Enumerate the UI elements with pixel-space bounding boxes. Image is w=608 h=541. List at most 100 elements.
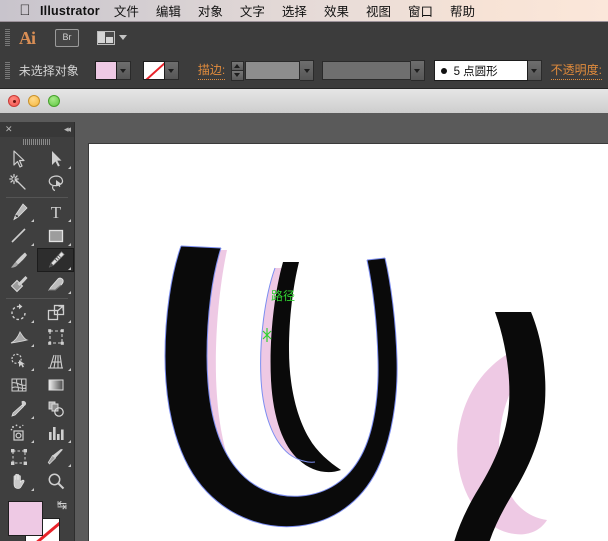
scale-tool[interactable] — [37, 301, 74, 325]
solid-arrow-cursor-icon — [51, 151, 61, 167]
mesh-tool[interactable] — [0, 373, 37, 397]
blend-icon — [48, 401, 64, 417]
rotate-tool[interactable] — [0, 301, 37, 325]
fill-color-swatch[interactable] — [94, 61, 117, 80]
bridge-button[interactable]: Br — [55, 28, 79, 47]
stroke-profile-input[interactable] — [321, 61, 412, 80]
rectangle-tool[interactable] — [37, 224, 74, 248]
slice-tool[interactable] — [37, 445, 74, 469]
bar-chart-icon — [48, 427, 64, 440]
magnifier-icon — [48, 473, 64, 490]
free-transform-tool[interactable] — [37, 325, 74, 349]
illustrator-logo: Ai — [19, 27, 36, 48]
blend-tool[interactable] — [37, 397, 74, 421]
menu-app-name[interactable]: Illustrator — [40, 4, 100, 18]
controlbar-grip[interactable] — [5, 62, 10, 79]
gradient-tool[interactable] — [37, 373, 74, 397]
appbar-grip[interactable] — [5, 29, 10, 46]
fill-color-dropdown[interactable] — [116, 61, 131, 80]
mesh-icon — [11, 378, 26, 392]
brush-definition-dropdown[interactable] — [528, 60, 542, 81]
zoom-tool[interactable] — [37, 469, 74, 493]
perspective-grid-tool[interactable] — [37, 349, 74, 373]
tools-group-transform — [0, 301, 74, 493]
artwork-vector-shapes — [164, 245, 547, 541]
brush-definition-select[interactable]: 5 点圆形 — [433, 60, 529, 81]
shape-builder-tool[interactable] — [0, 349, 37, 373]
brush-dot-icon — [440, 67, 447, 74]
eraser-tool[interactable] — [37, 272, 74, 296]
stroke-weight-dropdown[interactable] — [300, 60, 314, 81]
gradient-icon — [48, 379, 63, 391]
stroke-color-control[interactable] — [142, 61, 179, 80]
slice-knife-icon — [47, 449, 63, 465]
stroke-weight-input[interactable] — [244, 61, 301, 80]
line-segment-tool[interactable] — [0, 224, 37, 248]
fill-color-control[interactable] — [94, 61, 131, 80]
close-window-button[interactable] — [8, 95, 20, 107]
menu-item-window[interactable]: 窗口 — [408, 1, 433, 20]
close-icon[interactable]: ✕ — [5, 125, 13, 134]
free-transform-icon — [47, 329, 64, 345]
hand-icon — [13, 473, 25, 489]
fill-swatch-large[interactable] — [8, 501, 43, 536]
menu-item-file[interactable]: 文件 — [114, 1, 139, 20]
menu-item-help[interactable]: 帮助 — [450, 1, 475, 20]
swap-fill-stroke-icon[interactable]: ↹ — [57, 499, 67, 511]
arrow-cursor-icon — [12, 150, 25, 168]
eyedropper-tool[interactable] — [0, 397, 37, 421]
direct-selection-tool[interactable] — [37, 147, 74, 171]
brush-definition-label: 5 点圆形 — [453, 65, 498, 78]
magic-wand-tool[interactable] — [0, 171, 37, 195]
type-tool[interactable]: T — [37, 200, 74, 224]
opacity-label[interactable]: 不透明度: — [550, 61, 602, 80]
collapse-panel-icon[interactable]: ◂◂ — [64, 125, 71, 134]
scale-icon — [47, 304, 64, 321]
workspace: 路径 — [0, 113, 608, 541]
application-bar: Ai Br — [0, 22, 608, 54]
menu-item-select[interactable]: 选择 — [282, 1, 307, 20]
chevron-down-icon — [119, 35, 127, 40]
selection-status-label: 未选择对象 — [18, 64, 79, 78]
minimize-window-button[interactable] — [28, 95, 40, 107]
symbol-sprayer-tool[interactable] — [0, 421, 37, 445]
paintbrush-tool[interactable] — [0, 248, 37, 272]
lasso-tool[interactable] — [37, 171, 74, 195]
hand-tool[interactable] — [0, 469, 37, 493]
tools-panel-grip[interactable] — [0, 137, 74, 147]
stroke-weight-label[interactable]: 描边: — [197, 61, 226, 80]
tools-divider — [6, 197, 68, 198]
pen-tool[interactable] — [0, 200, 37, 224]
fill-stroke-swatches: ↹ — [0, 497, 74, 541]
illustrator-window:  Illustrator 文件 编辑 对象 文字 选择 效果 视图 窗口 帮助… — [0, 0, 608, 541]
svg-text:T: T — [50, 203, 61, 222]
lasso-icon — [48, 175, 63, 192]
selection-tool[interactable] — [0, 147, 37, 171]
menu-item-view[interactable]: 视图 — [366, 1, 391, 20]
type-icon: T — [50, 203, 61, 222]
stroke-weight-stepper[interactable] — [231, 60, 244, 81]
shape-builder-icon — [10, 353, 25, 368]
apple-icon[interactable]:  — [12, 3, 38, 18]
eyedropper-icon — [10, 400, 26, 417]
artboard-canvas[interactable]: 路径 — [88, 143, 608, 541]
zoom-window-button[interactable] — [48, 95, 60, 107]
width-tool[interactable] — [0, 325, 37, 349]
menu-item-type[interactable]: 文字 — [240, 1, 265, 20]
symbol-sprayer-icon — [10, 424, 24, 441]
column-graph-tool[interactable] — [37, 421, 74, 445]
rotate-icon — [10, 303, 26, 321]
blob-brush-tool[interactable] — [0, 272, 37, 296]
stroke-profile-dropdown[interactable] — [411, 60, 425, 81]
menu-item-edit[interactable]: 编辑 — [156, 1, 181, 20]
stroke-color-dropdown[interactable] — [164, 61, 179, 80]
artboard-tool[interactable] — [0, 445, 37, 469]
stroke-color-swatch-none[interactable] — [142, 61, 165, 80]
pencil-tool[interactable] — [37, 248, 74, 272]
magic-wand-icon — [8, 173, 26, 190]
menu-item-effect[interactable]: 效果 — [324, 1, 349, 20]
menu-item-object[interactable]: 对象 — [198, 1, 223, 20]
arrange-documents-button[interactable] — [97, 30, 127, 45]
control-bar: 未选择对象 描边: 5 点圆形 不透明度: — [0, 53, 608, 89]
smart-guide-label: 路径 — [271, 289, 296, 303]
